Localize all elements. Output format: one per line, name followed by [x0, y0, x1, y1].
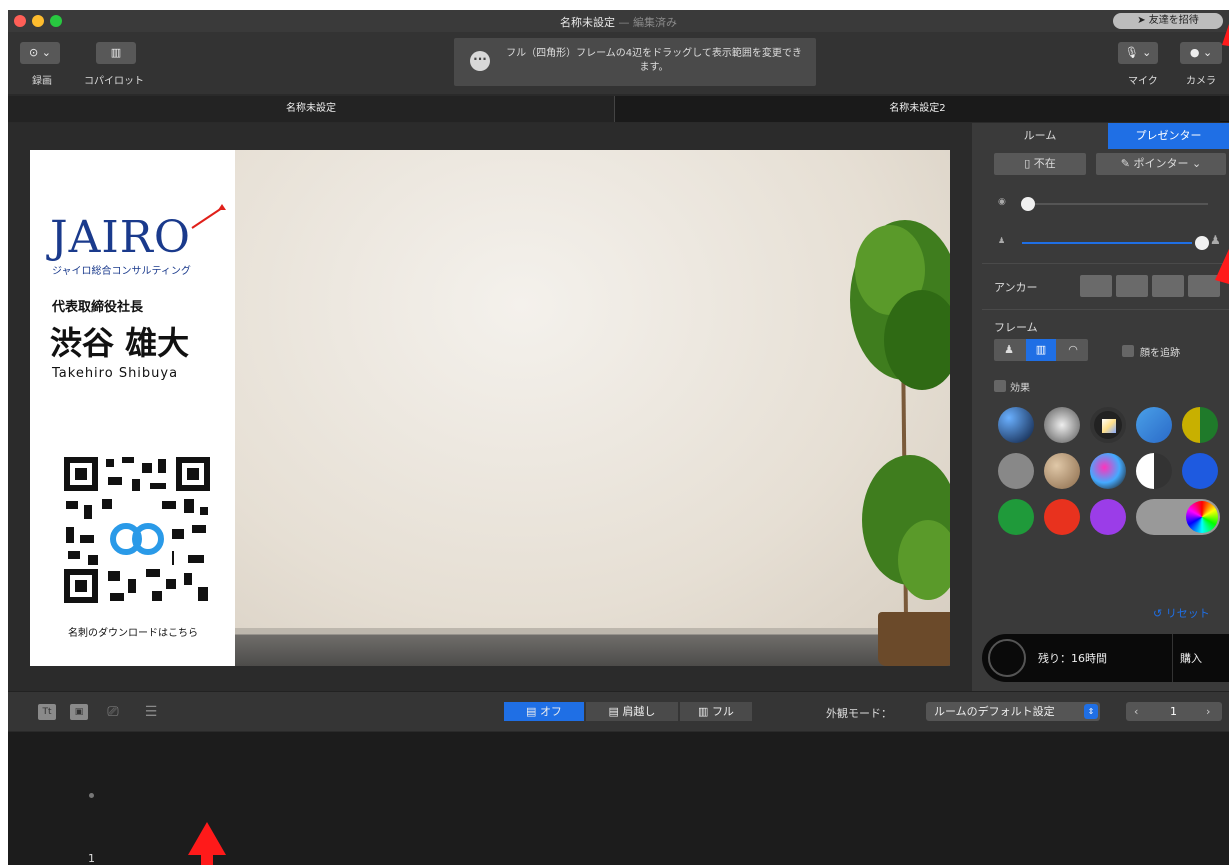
annotation-arrow-shaft [201, 853, 213, 865]
annotation-arrow-slider [1215, 249, 1229, 284]
annotation-overlay [188, 24, 1229, 865]
annotation-arrow-camera [1222, 24, 1229, 46]
annotation-arrow-up [188, 822, 226, 855]
